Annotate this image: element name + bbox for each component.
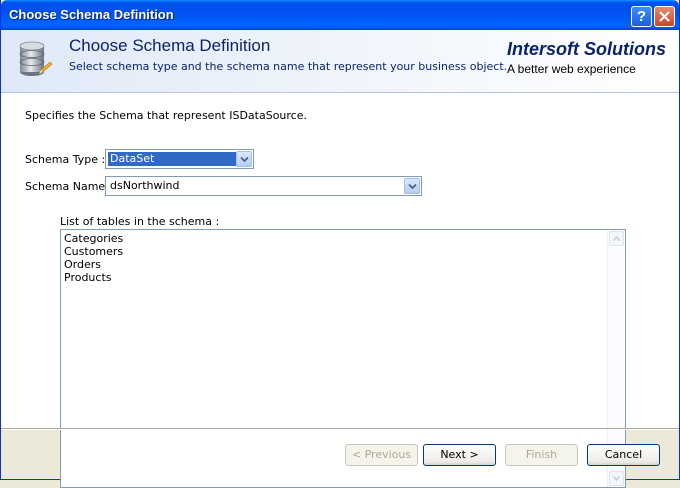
schema-name-dropdown[interactable]: dsNorthwind <box>105 176 422 196</box>
schema-type-value: DataSet <box>108 152 238 166</box>
description-text: Specifies the Schema that represent ISDa… <box>25 109 307 122</box>
brand-tagline: A better web experience <box>507 62 636 76</box>
window-title: Choose Schema Definition <box>9 7 174 22</box>
footer-divider <box>1 428 679 430</box>
dialog-window: Choose Schema Definition ? Choose Schema… <box>0 0 680 488</box>
list-item[interactable]: Categories <box>64 232 123 245</box>
finish-button[interactable]: Finish <box>505 444 578 466</box>
scroll-up-button[interactable] <box>609 231 624 246</box>
next-button[interactable]: Next > <box>423 444 496 466</box>
list-item[interactable]: Products <box>64 271 123 284</box>
title-bar[interactable]: Choose Schema Definition ? <box>1 0 679 30</box>
database-icon <box>19 41 53 76</box>
tables-list-label: List of tables in the schema : <box>60 215 220 228</box>
schema-name-dropdown-button[interactable] <box>404 178 420 194</box>
schema-type-label: Schema Type : <box>25 153 106 166</box>
content-pane: Specifies the Schema that represent ISDa… <box>1 93 679 488</box>
help-icon: ? <box>636 8 647 25</box>
chevron-up-icon <box>613 236 620 241</box>
close-icon <box>659 11 670 22</box>
close-button[interactable] <box>654 6 675 27</box>
schema-type-dropdown-button[interactable] <box>236 151 252 167</box>
header-title: Choose Schema Definition <box>69 36 271 55</box>
wizard-header: Choose Schema Definition Select schema t… <box>1 30 679 93</box>
tables-list: Categories Customers Orders Products <box>64 232 123 284</box>
schema-type-dropdown[interactable]: DataSet <box>105 149 254 169</box>
chevron-down-icon <box>239 156 249 163</box>
schema-name-value: dsNorthwind <box>110 179 180 192</box>
schema-name-label: Schema Name : <box>25 180 113 193</box>
previous-button[interactable]: < Previous <box>345 444 418 466</box>
list-item[interactable]: Orders <box>64 258 123 271</box>
header-subtitle: Select schema type and the schema name t… <box>69 60 508 73</box>
brand-name: Intersoft Solutions <box>507 39 666 59</box>
cancel-button[interactable]: Cancel <box>587 444 660 466</box>
chevron-down-icon <box>407 183 417 190</box>
help-button[interactable]: ? <box>631 6 652 27</box>
chevron-down-icon <box>613 476 620 481</box>
scroll-down-button[interactable] <box>609 471 624 486</box>
list-item[interactable]: Customers <box>64 245 123 258</box>
